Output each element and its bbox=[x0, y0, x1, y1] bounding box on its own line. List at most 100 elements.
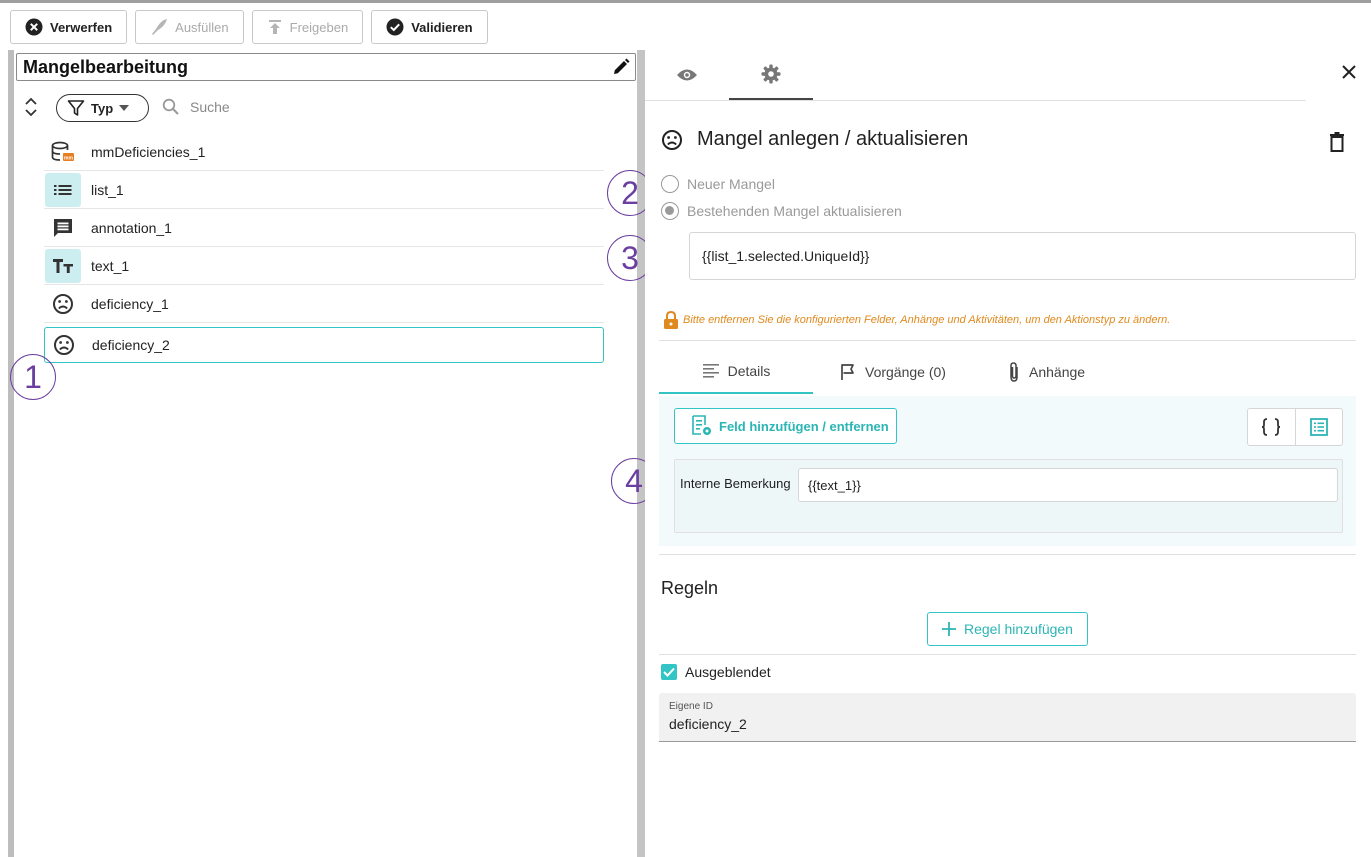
tab-preview[interactable] bbox=[645, 50, 729, 100]
field-row-internal-note: Interne Bemerkung {{text_1}} bbox=[674, 459, 1343, 533]
quill-icon bbox=[152, 19, 168, 35]
tab-attachments-label: Anhänge bbox=[1029, 364, 1086, 380]
discard-label: Verwerfen bbox=[50, 19, 113, 35]
hidden-checkbox-label: Ausgeblendet bbox=[685, 664, 771, 680]
panel-title-field[interactable]: Mangelbearbeitung bbox=[16, 53, 636, 81]
divider bbox=[659, 340, 1356, 341]
action-type-warning: Bitte entfernen Sie die konfigurierten F… bbox=[663, 310, 1170, 330]
add-field-label: Feld hinzufügen / entfernen bbox=[719, 418, 889, 434]
tree-item-label: mmDeficiencies_1 bbox=[91, 144, 206, 160]
panel-title: Mangelbearbeitung bbox=[23, 56, 189, 77]
check-circle-icon bbox=[386, 18, 404, 36]
pencil-icon[interactable] bbox=[611, 57, 631, 77]
tree-item-annotation[interactable]: annotation_1 bbox=[44, 210, 604, 247]
internal-note-input[interactable]: {{text_1}} bbox=[798, 468, 1338, 502]
sad-face-icon bbox=[662, 129, 682, 150]
action-header: Mangel anlegen / aktualisieren bbox=[661, 128, 968, 151]
deficiency-id-input[interactable]: {{list_1.selected.UniqueId}} bbox=[689, 232, 1356, 280]
divider bbox=[659, 654, 1356, 655]
divider bbox=[659, 554, 1356, 555]
tab-processes[interactable]: Vorgänge (0) bbox=[839, 350, 946, 394]
add-remove-field-button[interactable]: Feld hinzufügen / entfernen bbox=[674, 408, 897, 444]
tree-item-list[interactable]: list_1 bbox=[44, 172, 604, 209]
code-view-button[interactable] bbox=[1248, 409, 1295, 445]
list-box-icon bbox=[1309, 418, 1328, 436]
gear-icon bbox=[761, 64, 781, 84]
trash-icon[interactable] bbox=[1329, 132, 1345, 152]
eye-icon bbox=[677, 69, 697, 81]
tree-item-label: deficiency_2 bbox=[92, 337, 170, 353]
form-settings-icon bbox=[692, 415, 711, 435]
paperclip-icon bbox=[1010, 362, 1018, 382]
tree-item-label: list_1 bbox=[91, 182, 124, 198]
discard-button[interactable]: Verwerfen bbox=[10, 10, 128, 44]
radio-button[interactable] bbox=[661, 175, 679, 193]
form-view-button[interactable] bbox=[1294, 409, 1343, 445]
sad-face-icon bbox=[45, 287, 81, 321]
radio-update-deficiency[interactable]: Bestehenden Mangel aktualisieren bbox=[661, 202, 902, 220]
tree-item-mmdeficiencies[interactable]: mm mmDeficiencies_1 bbox=[44, 134, 604, 171]
tab-settings[interactable] bbox=[729, 50, 813, 100]
hidden-checkbox-row[interactable]: Ausgeblendet bbox=[661, 664, 771, 680]
sad-face-icon bbox=[46, 328, 82, 362]
own-id-caption: Eigene ID bbox=[669, 701, 713, 712]
list-icon bbox=[45, 173, 81, 207]
detail-tabs: Details Vorgänge (0) Anhänge bbox=[659, 350, 1356, 396]
type-filter-label: Typ bbox=[91, 100, 114, 116]
release-label: Freigeben bbox=[289, 19, 349, 35]
release-button[interactable]: Freigeben bbox=[251, 10, 364, 44]
tab-processes-label: Vorgänge (0) bbox=[865, 364, 946, 380]
deficiency-id-value: {{list_1.selected.UniqueId}} bbox=[702, 248, 870, 264]
own-id-value: deficiency_2 bbox=[669, 716, 747, 732]
close-circle-icon bbox=[25, 18, 43, 36]
tree-item-label: deficiency_1 bbox=[91, 296, 169, 312]
radio-button[interactable] bbox=[661, 202, 679, 220]
properties-tabs bbox=[645, 50, 1306, 101]
expand-collapse-icon[interactable] bbox=[24, 96, 38, 118]
search-icon bbox=[162, 98, 179, 115]
filter-icon bbox=[67, 100, 85, 116]
validate-label: Validieren bbox=[411, 19, 473, 35]
properties-panel: Mangel anlegen / aktualisieren Neuer Man… bbox=[645, 50, 1371, 857]
action-title: Mangel anlegen / aktualisieren bbox=[697, 128, 969, 150]
fill-label: Ausfüllen bbox=[175, 19, 229, 35]
comment-icon bbox=[45, 211, 81, 245]
text-lines-icon bbox=[702, 364, 719, 378]
flag-icon bbox=[841, 364, 854, 380]
search-placeholder: Suche bbox=[190, 99, 230, 115]
upload-icon bbox=[268, 20, 281, 34]
tab-details-label: Details bbox=[727, 363, 771, 379]
filter-row: Typ Suche bbox=[14, 92, 634, 122]
tab-attachments[interactable]: Anhänge bbox=[1007, 350, 1085, 394]
caret-down-icon bbox=[119, 105, 130, 111]
validate-button[interactable]: Validieren bbox=[371, 10, 488, 44]
text-type-icon bbox=[45, 249, 81, 283]
lock-icon bbox=[664, 310, 678, 329]
close-icon[interactable] bbox=[1341, 64, 1357, 80]
tab-details[interactable]: Details bbox=[659, 350, 813, 394]
own-id-field[interactable]: Eigene ID deficiency_2 bbox=[659, 693, 1356, 742]
add-rule-button[interactable]: Regel hinzufügen bbox=[927, 612, 1088, 646]
plus-icon bbox=[942, 622, 956, 636]
hidden-checkbox[interactable] bbox=[661, 664, 677, 680]
add-rule-label: Regel hinzufügen bbox=[964, 621, 1073, 637]
internal-note-value: {{text_1}} bbox=[808, 477, 861, 493]
tree-item-label: text_1 bbox=[91, 258, 130, 274]
tree-item-label: annotation_1 bbox=[91, 220, 172, 236]
radio-new-deficiency[interactable]: Neuer Mangel bbox=[661, 175, 775, 193]
fill-button[interactable]: Ausfüllen bbox=[135, 10, 244, 44]
rules-heading: Regeln bbox=[661, 578, 719, 598]
search-box[interactable]: Suche bbox=[162, 98, 230, 116]
callout-marker: 1 bbox=[10, 354, 56, 400]
tree-item-deficiency-1[interactable]: deficiency_1 bbox=[44, 286, 604, 323]
top-toolbar: Verwerfen Ausfüllen Freigeben Validieren bbox=[0, 4, 1371, 50]
radio-label: Bestehenden Mangel aktualisieren bbox=[687, 203, 902, 219]
warning-text: Bitte entfernen Sie die konfigurierten F… bbox=[683, 314, 1171, 326]
tree-item-deficiency-2[interactable]: deficiency_2 bbox=[44, 327, 604, 363]
field-label: Interne Bemerkung bbox=[680, 476, 791, 491]
structure-panel: Mangelbearbeitung Typ Suche mm mmDeficie… bbox=[14, 50, 638, 857]
svg-text:mm: mm bbox=[64, 155, 73, 161]
tree-item-text[interactable]: text_1 bbox=[44, 248, 604, 285]
checkmark-icon bbox=[663, 667, 675, 677]
type-filter-chip[interactable]: Typ bbox=[56, 94, 149, 122]
